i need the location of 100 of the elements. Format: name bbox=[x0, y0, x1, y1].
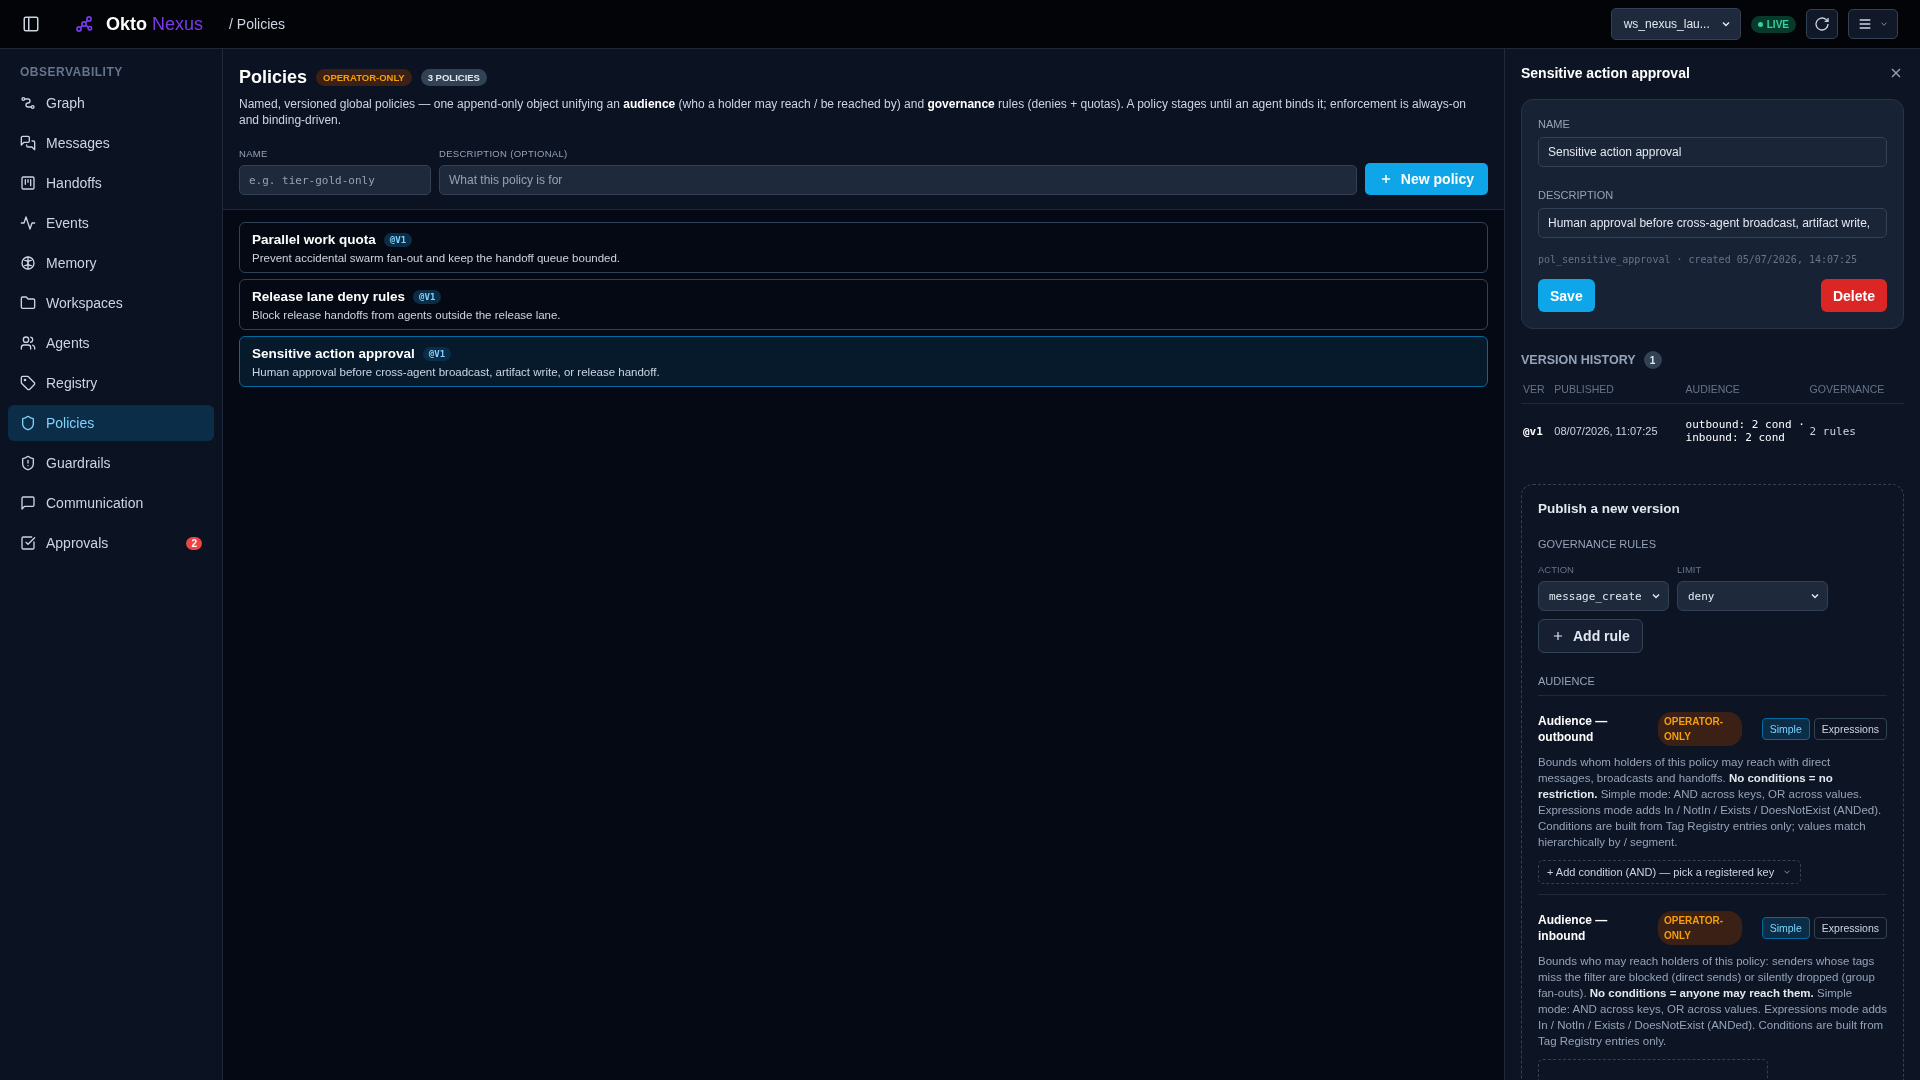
policy-card[interactable]: Release lane deny rules @V1 Block release handoffs from agents outside the release lane. bbox=[239, 279, 1488, 330]
limit-select[interactable]: deny bbox=[1677, 581, 1828, 611]
panel-title: Sensitive action approval bbox=[1521, 65, 1690, 81]
nav-item[interactable]: Workspaces bbox=[8, 285, 214, 321]
sidebar-toggle-icon[interactable] bbox=[22, 15, 40, 33]
nav-label: Guardrails bbox=[46, 455, 112, 471]
action-select[interactable]: message_create bbox=[1538, 581, 1669, 611]
table-cell: @v1 bbox=[1521, 403, 1553, 458]
refresh-button[interactable] bbox=[1806, 9, 1838, 39]
nav-label: Policies bbox=[46, 415, 96, 431]
nav-item[interactable]: Events bbox=[8, 205, 214, 241]
nav-label: Memory bbox=[46, 255, 98, 271]
delete-button[interactable]: Delete bbox=[1820, 279, 1887, 312]
mode-toggle[interactable]: Simple bbox=[1761, 718, 1810, 740]
audience-title: Audience — inbound bbox=[1538, 912, 1609, 944]
name-input[interactable]: Sensitive action approval bbox=[1538, 137, 1887, 167]
policy-description: Prevent accidental swarm fan-out and keep the handoff queue bounded. bbox=[252, 252, 622, 264]
policy-card[interactable]: Sensitive action approval @V1 Human approval before cross-agent broadcast, artifact write, or release handoff. bbox=[239, 336, 1488, 387]
nav-label: Registry bbox=[46, 375, 99, 391]
nav-label: Events bbox=[46, 215, 90, 231]
brand-name: Okto Nexus bbox=[106, 13, 204, 35]
policy-name: Release lane deny rules bbox=[252, 289, 406, 304]
table-cell: outbound: 2 cond · inbound: 2 cond bbox=[1683, 403, 1808, 458]
nav-label: Agents bbox=[46, 335, 91, 351]
policy-description: Human approval before cross-agent broadcast, artifact write, or release handoff. bbox=[252, 366, 661, 378]
kanban-icon bbox=[20, 175, 36, 191]
nav-item[interactable]: Handoffs bbox=[8, 165, 214, 201]
table-cell: 08/07/2026, 11:07:25 bbox=[1552, 403, 1684, 458]
shield-icon bbox=[20, 415, 36, 431]
tag-badge: 3 POLICIES bbox=[420, 69, 487, 86]
policy-meta: pol_sensitive_approval · created 05/07/2026, 14:07:25 bbox=[1538, 254, 1859, 265]
count-badge: 1 bbox=[1643, 351, 1662, 369]
nav-item[interactable]: Memory bbox=[8, 245, 214, 281]
nav-item[interactable]: Policies bbox=[8, 405, 214, 441]
operator-badge: OPERATOR-ONLY bbox=[1658, 712, 1742, 746]
status-dot-icon bbox=[1757, 21, 1763, 27]
nav-label: Approvals bbox=[46, 535, 110, 551]
count-badge: 2 bbox=[186, 536, 202, 550]
nav-item[interactable]: Guardrails bbox=[8, 445, 214, 481]
field-label: ACTION bbox=[1538, 564, 1575, 575]
users-icon bbox=[20, 335, 36, 351]
operator-badge: OPERATOR-ONLY bbox=[1658, 911, 1742, 945]
mode-toggle[interactable]: Simple bbox=[1761, 917, 1810, 939]
page-description: Named, versioned global policies — one append-only object unifying an audience (who a holder may reach / be reached by) and governance rules (denies + quotas). A policy stages until an agent binds it; enforcement is always-on and binding-driven. bbox=[239, 96, 1468, 128]
audience-title: Audience — outbound bbox=[1538, 713, 1609, 745]
field-label: LIMIT bbox=[1677, 564, 1703, 575]
nav-item[interactable]: Registry bbox=[8, 365, 214, 401]
field-label: DESCRIPTION bbox=[1538, 189, 1615, 201]
version-badge: @V1 bbox=[383, 232, 413, 247]
section-heading: GOVERNANCE RULES bbox=[1538, 538, 1657, 550]
section-heading: VERSION HISTORY bbox=[1521, 353, 1636, 367]
speech-bubble-icon bbox=[20, 495, 36, 511]
policy-name: Sensitive action approval bbox=[252, 346, 415, 361]
column-header: AUDIENCE bbox=[1683, 383, 1808, 404]
policy-name: Parallel work quota bbox=[252, 232, 376, 247]
chat-icon bbox=[20, 135, 36, 151]
menu-button[interactable] bbox=[1848, 9, 1898, 39]
audience-description: Bounds who may reach holders of this policy: senders whose tags miss the filter are blocked (direct sends) or silently dropped (group fan-outs). No conditions = anyone may reach them. Simple mode: AND across keys, OR across values. Expressions mode adds In / NotIn / Exists / DoesNotExist (ANDed). Conditions are built from Tag Registry entries only. bbox=[1538, 954, 1887, 1049]
nav-label: Workspaces bbox=[46, 295, 124, 311]
nav-label: Messages bbox=[46, 135, 111, 151]
field-label: NAME bbox=[1538, 118, 1571, 130]
folder-icon bbox=[20, 295, 36, 311]
column-header: PUBLISHED bbox=[1552, 383, 1684, 404]
add-rule-button[interactable]: Add rule bbox=[1538, 619, 1643, 653]
check-square-icon bbox=[20, 535, 36, 551]
graph-icon bbox=[20, 95, 36, 111]
description-input[interactable]: Human approval before cross-agent broadcast, artifact write, bbox=[1538, 208, 1887, 238]
tag-badge: OPERATOR-ONLY bbox=[316, 69, 412, 86]
policy-card[interactable]: Parallel work quota @V1 Prevent accidental swarm fan-out and keep the handoff queue bounded. bbox=[239, 222, 1488, 273]
nav-item[interactable]: Agents bbox=[8, 325, 214, 361]
nav-label: Handoffs bbox=[46, 175, 103, 191]
section-heading: OBSERVABILITY bbox=[19, 65, 124, 81]
shield-alert-icon bbox=[20, 455, 36, 471]
nav-item[interactable]: Approvals 2 bbox=[8, 525, 214, 561]
nav-item[interactable]: Communication bbox=[8, 485, 214, 521]
refresh-icon bbox=[1814, 16, 1830, 32]
breadcrumb: / Policies bbox=[229, 16, 286, 32]
page-title: Policies bbox=[239, 67, 308, 88]
version-badge: @V1 bbox=[413, 289, 442, 304]
table-cell: 2 rules bbox=[1807, 403, 1904, 458]
mode-toggle[interactable]: Expressions bbox=[1813, 917, 1887, 939]
tag-icon bbox=[20, 375, 36, 391]
plus-icon bbox=[1551, 629, 1565, 643]
add-condition-button[interactable]: + Add condition (AND) — pick a registered key bbox=[1538, 860, 1802, 884]
audience-description: Bounds whom holders of this policy may reach with direct messages, broadcasts and handoffs. No conditions = no restriction. Simple mode: AND across keys, OR across values. Expressions mode adds In / NotIn / Exists / DoesNotExist (ANDed). Conditions are built from Tag Registry entries only; values match hierarchically by / segment. bbox=[1538, 755, 1883, 850]
nav-item[interactable]: Messages bbox=[8, 125, 214, 161]
workspace-select[interactable]: ws_nexus_lau... bbox=[1610, 8, 1741, 40]
field-label: NAME bbox=[239, 148, 269, 159]
nav-label: Communication bbox=[46, 495, 145, 511]
pulse-icon bbox=[20, 215, 36, 231]
policy-description: Block release handoffs from agents outside the release lane. bbox=[252, 309, 562, 321]
name-input[interactable]: e.g. tier-gold-only bbox=[239, 165, 431, 195]
column-header: VER bbox=[1521, 383, 1553, 404]
logo-icon bbox=[74, 14, 94, 34]
description-input[interactable]: What this policy is for bbox=[439, 165, 1357, 195]
nav-label: Graph bbox=[46, 95, 86, 111]
live-status: LIVE bbox=[1750, 15, 1796, 33]
nav-item[interactable]: Graph bbox=[8, 85, 214, 121]
mode-toggle[interactable]: Expressions bbox=[1813, 718, 1887, 740]
section-heading: AUDIENCE bbox=[1538, 675, 1887, 696]
